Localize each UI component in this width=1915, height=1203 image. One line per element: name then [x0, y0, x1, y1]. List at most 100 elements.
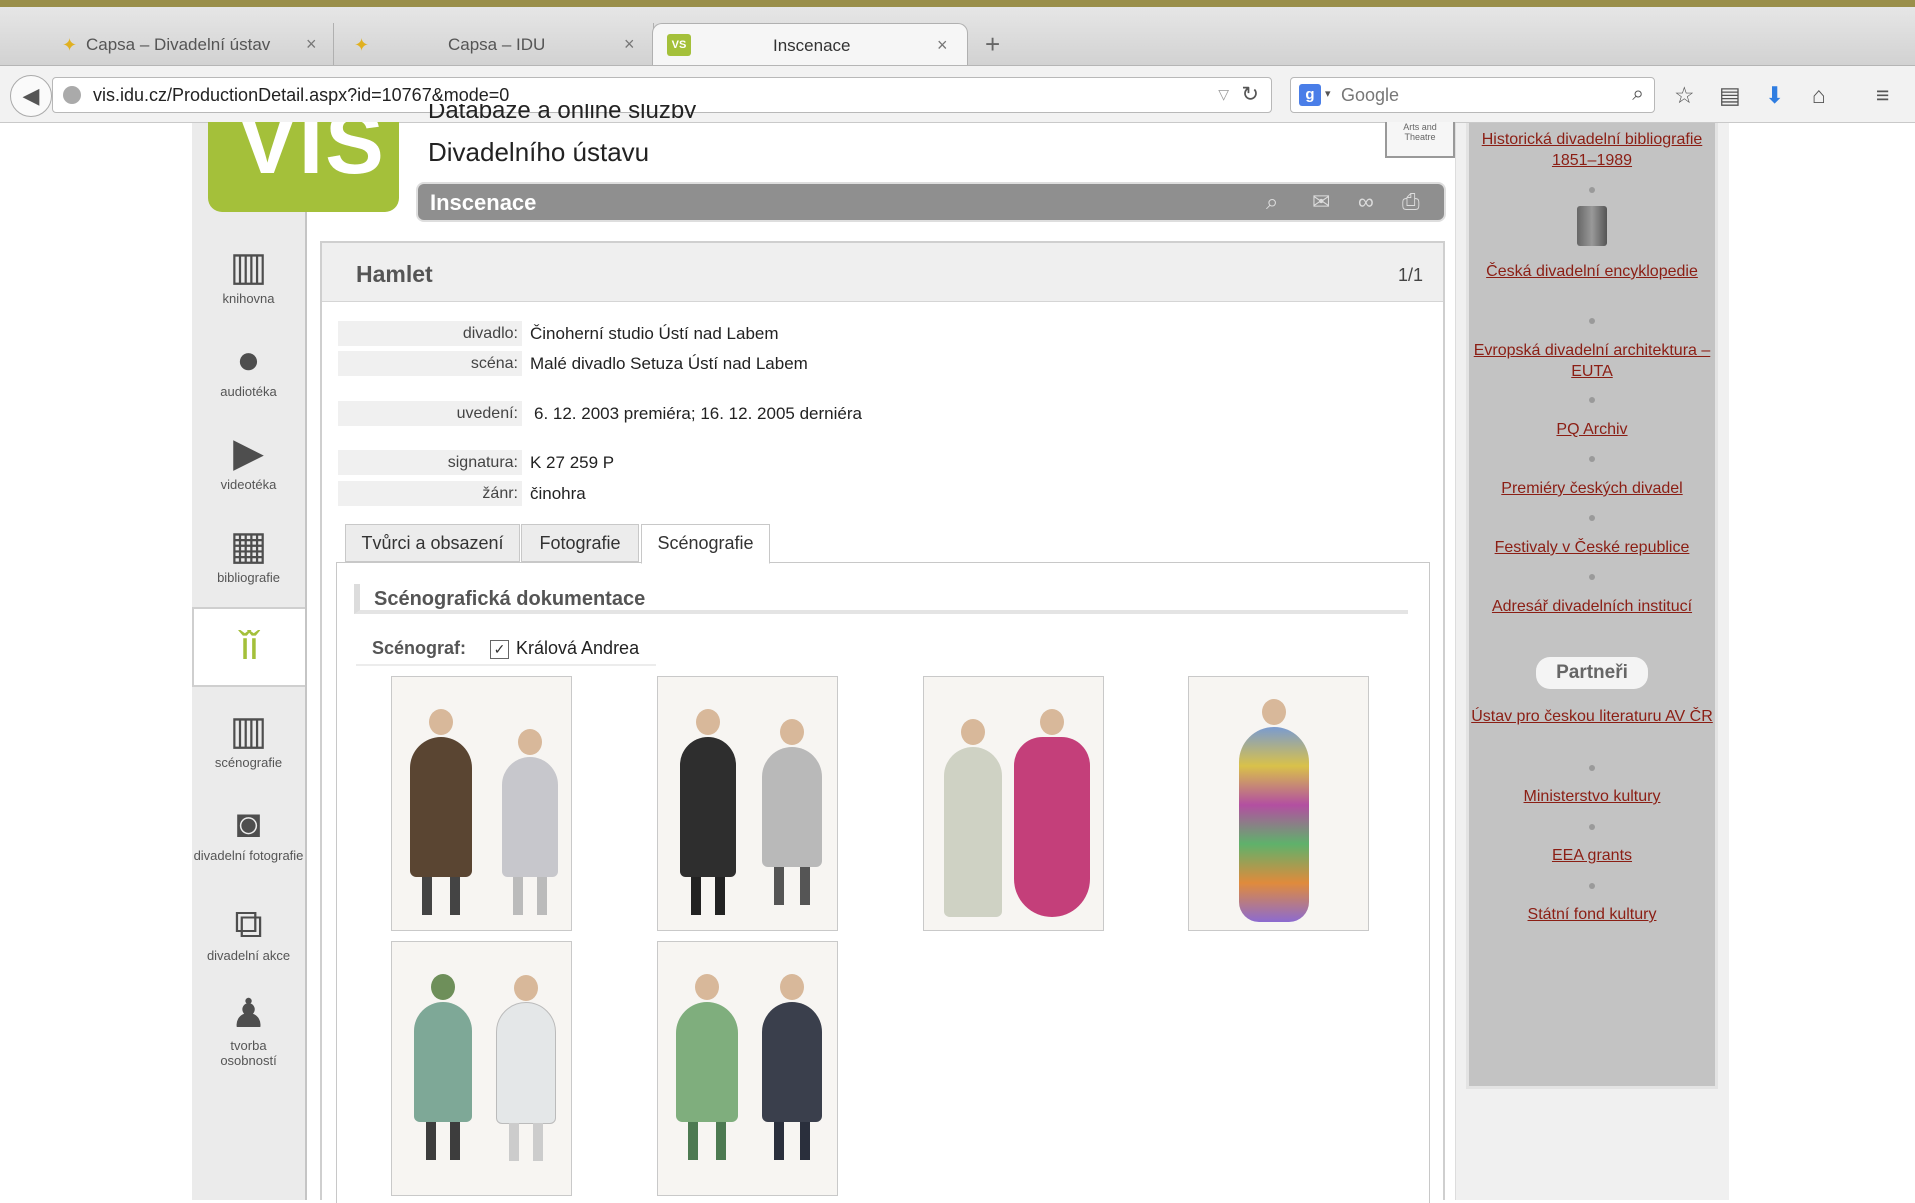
- field-label: uvedení:: [338, 401, 522, 426]
- section-bar-title: Inscenace: [430, 190, 537, 215]
- field-row-uvedeni: uvedení: 6. 12. 2003 premiéra; 16. 12. 2…: [338, 401, 1138, 426]
- browser-tab-capsa-idu[interactable]: ✦ Capsa – IDU ×: [334, 23, 654, 65]
- costume-sketch-2[interactable]: [657, 676, 838, 931]
- theatre-logo[interactable]: Arts and Theatre: [1385, 122, 1455, 158]
- production-icon: ǐǐ: [240, 624, 259, 668]
- separator-dot: [1589, 187, 1595, 193]
- sidebar-item-divadelni-fotografie[interactable]: ◙ divadelní fotografie: [192, 800, 305, 885]
- sidebar-item-knihovna[interactable]: ▥ knihovna: [192, 243, 305, 315]
- menu-icon[interactable]: ≡: [1876, 82, 1889, 109]
- sidebar-item-audioteka[interactable]: ● audiotéka: [192, 336, 305, 408]
- link-euta[interactable]: Evropská divadelní architektura – EUTA: [1466, 340, 1718, 382]
- print-icon[interactable]: ⎙: [1402, 189, 1420, 215]
- separator-dot: [1589, 397, 1595, 403]
- dropdown-arrow-icon[interactable]: ▽: [1218, 86, 1229, 103]
- book-icon: [1577, 206, 1607, 246]
- browser-tab-bar: ✦ Capsa – Divadelní ústav × ✦ Capsa – ID…: [0, 7, 1915, 66]
- scenograph-name[interactable]: Králová Andrea: [516, 638, 639, 659]
- separator-dot: [1589, 883, 1595, 889]
- scenograph-checkbox[interactable]: ✓: [490, 640, 509, 659]
- costume-sketch-4[interactable]: [1188, 676, 1369, 931]
- field-value: činohra: [530, 484, 586, 503]
- person-icon: ♟: [230, 992, 267, 1036]
- browser-nav-bar: ◀ vis.idu.cz/ProductionDetail.aspx?id=10…: [0, 66, 1915, 123]
- field-row-divadlo: divadlo: Činoherní studio Ústí nad Labem: [338, 321, 1138, 346]
- costume-figure: [496, 975, 556, 1161]
- google-logo-icon[interactable]: g: [1299, 84, 1321, 106]
- field-label: divadlo:: [338, 321, 522, 346]
- link-ceska-encyklopedie[interactable]: Česká divadelní encyklopedie: [1466, 261, 1718, 282]
- browser-tab-capsa-divadelni[interactable]: ✦ Capsa – Divadelní ústav ×: [24, 23, 334, 65]
- field-row-scena: scéna: Malé divadlo Setuza Ústí nad Labe…: [338, 351, 1138, 376]
- vis-logo[interactable]: VIS: [208, 122, 399, 212]
- capsa-favicon-icon: ✦: [354, 35, 370, 55]
- separator-dot: [1589, 515, 1595, 521]
- reading-list-icon[interactable]: ▤: [1719, 82, 1741, 109]
- costume-figure: [680, 709, 736, 915]
- tab-fotografie[interactable]: Fotografie: [521, 524, 639, 562]
- search-input[interactable]: Google: [1341, 85, 1399, 106]
- costume-sketch-6[interactable]: [657, 941, 838, 1196]
- sidebar-item-tvorba-osobnosti[interactable]: ♟ tvorba osobností: [192, 990, 305, 1075]
- globe-icon: [63, 86, 81, 104]
- capsa-favicon-icon: ✦: [62, 35, 78, 55]
- search-bar[interactable]: g ▾ Google ⌕: [1290, 77, 1655, 113]
- link-eea-grants[interactable]: EEA grants: [1466, 845, 1718, 866]
- sidebar-item-divadelni-akce[interactable]: ⧉ divadelní akce: [192, 900, 305, 972]
- close-tab-icon[interactable]: ×: [937, 35, 948, 56]
- partners-heading: Partneři: [1536, 657, 1648, 689]
- library-icon: ▥: [229, 245, 268, 289]
- separator-dot: [1589, 318, 1595, 324]
- costume-sketch-5[interactable]: [391, 941, 572, 1196]
- sidebar-item-bibliografie[interactable]: ▦ bibliografie: [192, 522, 305, 594]
- field-label: signatura:: [338, 450, 522, 475]
- tab-scenografie[interactable]: Scénografie: [641, 524, 770, 564]
- costume-sketch-1[interactable]: [391, 676, 572, 931]
- link-pq-archiv[interactable]: PQ Archiv: [1466, 419, 1718, 440]
- search-engine-caret-icon[interactable]: ▾: [1325, 87, 1331, 100]
- email-icon[interactable]: ✉: [1312, 189, 1330, 215]
- link-ministerstvo-kultury[interactable]: Ministerstvo kultury: [1466, 786, 1718, 807]
- record-count: 1/1: [1397, 265, 1423, 285]
- search-icon[interactable]: ⌕: [1266, 189, 1278, 215]
- field-value: K 27 259 P: [530, 453, 615, 472]
- field-row-zanr: žánr: činohra: [338, 481, 1138, 506]
- events-icon: ⧉: [234, 902, 263, 946]
- field-label: žánr:: [338, 481, 522, 506]
- sidebar-item-scenografie[interactable]: ▥ scénografie: [192, 707, 305, 779]
- field-value: 6. 12. 2003 premiéra; 16. 12. 2005 derni…: [534, 404, 862, 423]
- sidebar-item-videoteka[interactable]: ▶ videotéka: [192, 429, 305, 501]
- link-statni-fond-kultury[interactable]: Státní fond kultury: [1466, 904, 1718, 925]
- field-value: Malé divadlo Setuza Ústí nad Labem: [530, 354, 808, 373]
- link-adresar[interactable]: Adresář divadelních institucí: [1466, 596, 1718, 617]
- sidebar-item-inscenace[interactable]: ǐǐ: [192, 607, 305, 687]
- close-tab-icon[interactable]: ×: [306, 34, 317, 55]
- home-icon[interactable]: ⌂: [1812, 82, 1826, 109]
- costume-figure: [762, 974, 822, 1160]
- download-icon[interactable]: ⬇: [1765, 82, 1784, 109]
- camera-icon: ◙: [236, 802, 261, 846]
- section-title: Scénografická dokumentace: [354, 584, 1408, 614]
- field-row-signatura: signatura: K 27 259 P: [338, 450, 1138, 475]
- tab-tvurci-a-obsazeni[interactable]: Tvůrci a obsazení: [345, 524, 520, 562]
- link-festivaly[interactable]: Festivaly v České republice: [1466, 537, 1718, 558]
- costume-figure: [1239, 699, 1309, 922]
- browser-tab-inscenace[interactable]: VS Inscenace ×: [652, 23, 968, 65]
- link-icon[interactable]: ∞: [1358, 189, 1374, 215]
- link-ustav-pro-ceskou-literaturu[interactable]: Ústav pro českou literaturu AV ČR: [1466, 706, 1718, 727]
- link-premiery[interactable]: Premiéry českých divadel: [1466, 478, 1718, 499]
- link-historicka-bibliografie[interactable]: Historická divadelní bibliografie 1851–1…: [1466, 129, 1718, 171]
- new-tab-button[interactable]: +: [985, 29, 1000, 60]
- back-button[interactable]: ◀: [10, 75, 52, 117]
- costume-sketch-3[interactable]: [923, 676, 1104, 931]
- close-tab-icon[interactable]: ×: [624, 34, 635, 55]
- tab-label: Capsa – Divadelní ústav: [86, 35, 271, 54]
- reload-icon[interactable]: ↻: [1241, 82, 1259, 107]
- window-top-strip: [0, 0, 1915, 7]
- bibliography-icon: ▦: [229, 524, 268, 568]
- bookmark-star-icon[interactable]: ☆: [1674, 82, 1695, 109]
- tab-label: Capsa – IDU: [448, 35, 546, 54]
- separator-dot: [1589, 824, 1595, 830]
- scenograph-label: Scénograf:: [372, 638, 467, 658]
- search-icon[interactable]: ⌕: [1632, 82, 1644, 106]
